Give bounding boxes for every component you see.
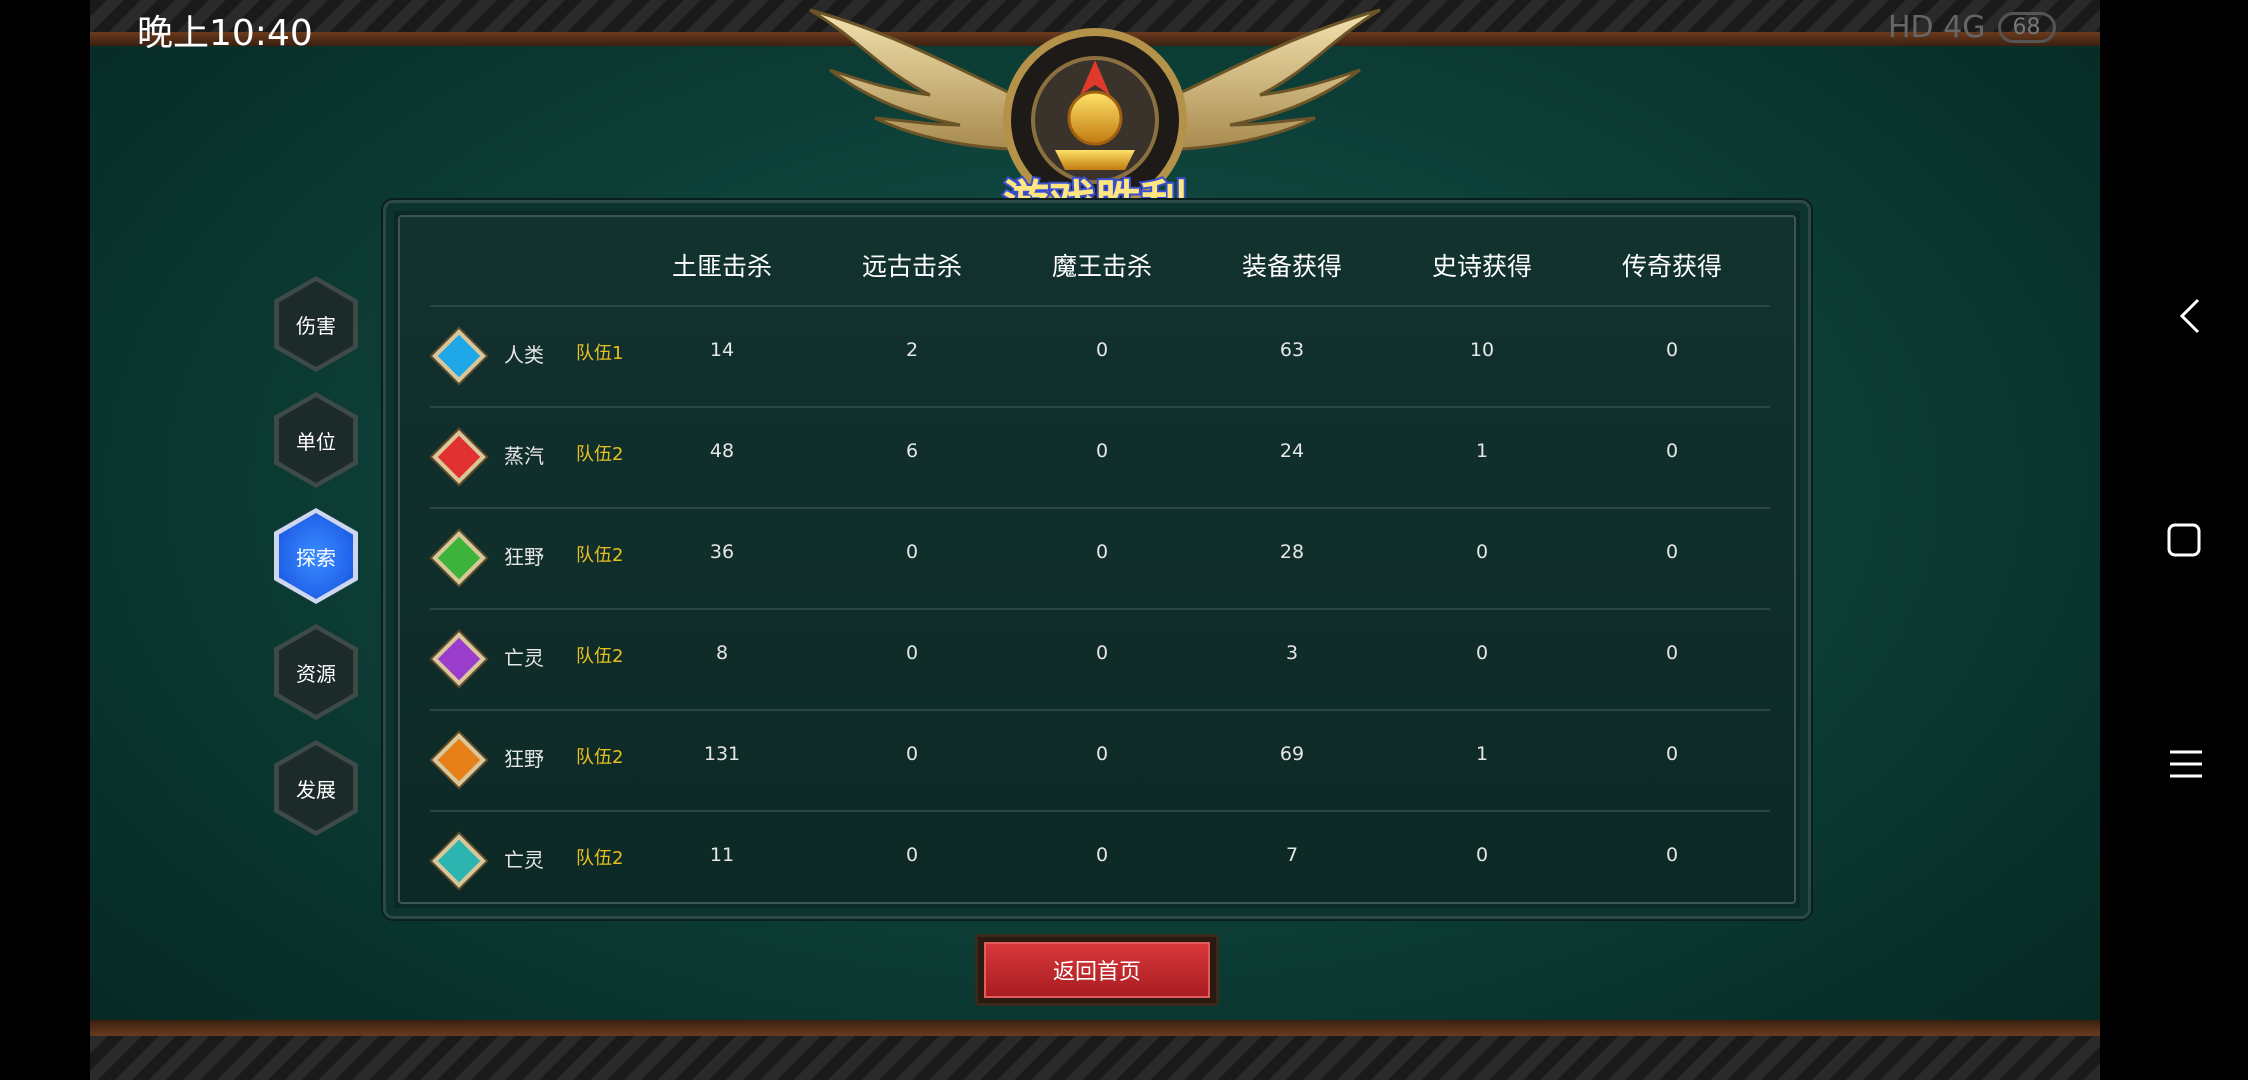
stat-cell: 14 <box>709 339 735 361</box>
stat-cell: 3 <box>1285 642 1299 664</box>
stat-cell: 0 <box>1095 743 1109 765</box>
stat-cell: 36 <box>709 541 735 563</box>
stat-cell: 0 <box>1665 844 1679 866</box>
team-label: 队伍2 <box>576 747 624 768</box>
stat-cell: 63 <box>1279 339 1305 361</box>
stat-cell: 0 <box>1665 743 1679 765</box>
table-row: 人类 队伍1 14 2 0 63 10 0 <box>430 305 1770 408</box>
faction-name: 人类 <box>504 343 544 367</box>
column-header: 魔王击杀 <box>1051 252 1152 281</box>
stat-cell: 48 <box>709 440 735 462</box>
column-header: 史诗获得 <box>1431 252 1532 281</box>
stat-cell: 69 <box>1279 743 1305 765</box>
crown-icon <box>1067 90 1123 146</box>
stat-cell: 2 <box>905 339 919 361</box>
stat-cell: 28 <box>1279 541 1305 563</box>
column-header: 土匪击杀 <box>671 252 772 281</box>
team-label: 队伍2 <box>576 646 624 667</box>
faction-gem-icon <box>432 834 486 888</box>
status-time-overlay: 晚上10:40 <box>137 13 313 54</box>
faction-name: 亡灵 <box>504 848 544 872</box>
stat-cell: 0 <box>1095 844 1109 866</box>
faction-name: 狂野 <box>504 747 544 771</box>
stat-cell: 0 <box>1475 844 1489 866</box>
tab-resources-label: 资源 <box>279 629 353 715</box>
stat-cell: 7 <box>1285 844 1299 866</box>
menu-icon[interactable] <box>2166 744 2206 784</box>
stat-cell: 0 <box>905 844 919 866</box>
stat-cell: 1 <box>1475 743 1489 765</box>
stat-cell: 0 <box>905 743 919 765</box>
faction-gem-icon <box>432 632 486 686</box>
stat-cell: 1 <box>1475 440 1489 462</box>
stat-cell: 0 <box>1665 541 1679 563</box>
tab-explore-label: 探索 <box>279 513 353 599</box>
stat-cell: 0 <box>1475 642 1489 664</box>
tab-units-label: 单位 <box>279 397 353 483</box>
table-row: 狂野 队伍2 36 0 0 28 0 0 <box>430 507 1770 610</box>
column-header: 传奇获得 <box>1621 252 1722 281</box>
faction-gem-icon <box>432 733 486 787</box>
stats-panel: 土匪击杀 远古击杀 魔王击杀 装备获得 史诗获得 传奇获得 人类 队伍1 14 2 0 6… <box>383 200 1811 919</box>
stat-cell: 0 <box>1665 642 1679 664</box>
faction-name: 狂野 <box>504 545 544 569</box>
back-icon[interactable] <box>2172 296 2212 336</box>
stat-cell: 6 <box>905 440 919 462</box>
team-label: 队伍2 <box>576 848 624 869</box>
network-label: HD 4G <box>1888 10 1986 45</box>
return-home-button[interactable]: 返回首页 <box>975 934 1219 1006</box>
faction-name: 亡灵 <box>504 646 544 670</box>
column-header: 装备获得 <box>1241 252 1342 281</box>
tab-damage-label: 伤害 <box>279 281 353 367</box>
stat-cell: 131 <box>703 743 741 765</box>
faction-gem-icon <box>432 531 486 585</box>
faction-gem-icon <box>432 329 486 383</box>
stat-cell: 0 <box>1095 440 1109 462</box>
stat-cell: 24 <box>1279 440 1305 462</box>
stat-cell: 0 <box>905 541 919 563</box>
team-label: 队伍2 <box>576 444 624 465</box>
table-row: 蒸汽 队伍2 48 6 0 24 1 0 <box>430 406 1770 509</box>
stat-cell: 0 <box>1095 642 1109 664</box>
faction-name: 蒸汽 <box>504 444 544 468</box>
table-row: 亡灵 队伍2 11 0 0 7 0 0 <box>430 810 1770 913</box>
team-label: 队伍2 <box>576 545 624 566</box>
bottom-border <box>90 1020 2100 1080</box>
battery-indicator: 68 <box>1997 12 2056 43</box>
stat-cell: 0 <box>1095 541 1109 563</box>
table-row: 狂野 队伍2 131 0 0 69 1 0 <box>430 709 1770 812</box>
table-row: 亡灵 队伍2 8 0 0 3 0 0 <box>430 608 1770 711</box>
tab-development-label: 发展 <box>279 745 353 831</box>
faction-gem-icon <box>432 430 486 484</box>
stat-cell: 11 <box>709 844 735 866</box>
stats-table: 土匪击杀 远古击杀 魔王击杀 装备获得 史诗获得 传奇获得 人类 队伍1 14 2 0 6… <box>398 215 1796 904</box>
stat-cell: 10 <box>1469 339 1495 361</box>
stat-cell: 8 <box>715 642 729 664</box>
return-home-label: 返回首页 <box>984 942 1210 998</box>
team-label: 队伍1 <box>576 343 624 364</box>
stat-cell: 0 <box>905 642 919 664</box>
status-indicators: HD 4G 68 <box>1888 10 2056 45</box>
column-header: 远古击杀 <box>861 252 962 281</box>
home-icon[interactable] <box>2164 520 2204 560</box>
stat-cell: 0 <box>1475 541 1489 563</box>
stat-cell: 0 <box>1095 339 1109 361</box>
table-header: 土匪击杀 远古击杀 魔王击杀 装备获得 史诗获得 传奇获得 <box>400 217 1794 305</box>
stat-cell: 0 <box>1665 339 1679 361</box>
stat-cell: 0 <box>1665 440 1679 462</box>
